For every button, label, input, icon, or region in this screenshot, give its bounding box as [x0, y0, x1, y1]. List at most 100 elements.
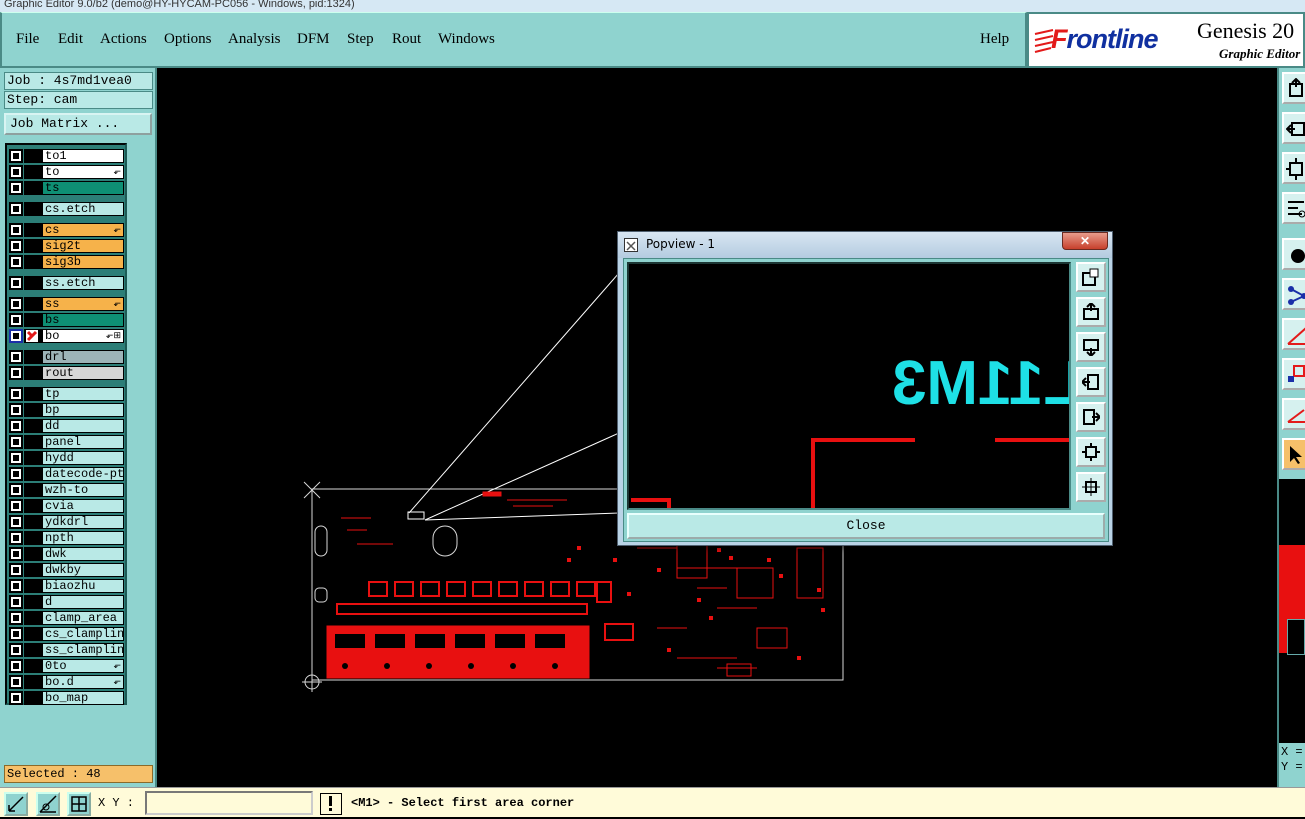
select-area-button[interactable] — [1282, 358, 1305, 390]
layer-slot[interactable] — [24, 627, 42, 641]
layer-checkbox[interactable] — [9, 297, 23, 311]
layer-slot[interactable] — [24, 579, 42, 593]
layer-slot[interactable] — [24, 547, 42, 561]
layer-slot[interactable] — [24, 313, 42, 327]
measure-button[interactable] — [1282, 192, 1305, 224]
layer-name[interactable]: sig3b — [42, 255, 124, 269]
layer-checkbox[interactable] — [9, 691, 23, 705]
layer-row[interactable]: ts — [9, 181, 125, 195]
layer-name[interactable]: panel — [42, 435, 124, 449]
layer-checkbox[interactable] — [9, 643, 23, 657]
layer-name[interactable]: to1 — [42, 149, 124, 163]
layer-slot[interactable] — [24, 276, 42, 290]
layer-slot[interactable] — [24, 467, 42, 481]
layer-checkbox[interactable] — [9, 595, 23, 609]
layer-checkbox[interactable] — [9, 675, 23, 689]
menu-file[interactable]: File — [16, 31, 39, 48]
layer-slot[interactable] — [24, 350, 42, 364]
layer-name[interactable]: cs.etch — [42, 202, 124, 216]
work-layer-icon[interactable] — [24, 329, 42, 343]
layer-slot[interactable] — [24, 675, 42, 689]
layer-row[interactable]: d — [9, 595, 125, 609]
layer-slot[interactable] — [24, 239, 42, 253]
layer-row[interactable]: bp — [9, 403, 125, 417]
zoom-window-button[interactable] — [4, 792, 28, 816]
layer-slot[interactable] — [24, 595, 42, 609]
popview-view[interactable]: CL11M3 — [627, 262, 1071, 510]
job-matrix-button[interactable]: Job Matrix ... — [4, 113, 152, 135]
layer-row[interactable]: dwk — [9, 547, 125, 561]
pv-pan-right-button[interactable] — [1076, 402, 1106, 432]
layer-name[interactable]: cs — [42, 223, 124, 237]
layer-row[interactable]: npth — [9, 531, 125, 545]
layer-checkbox[interactable] — [9, 579, 23, 593]
layer-name[interactable]: bp — [42, 403, 124, 417]
layer-slot[interactable] — [24, 531, 42, 545]
layer-slot[interactable] — [24, 419, 42, 433]
layer-name[interactable]: biaozhu — [42, 579, 124, 593]
xy-input[interactable] — [145, 791, 313, 815]
layer-name[interactable]: clamp_area — [42, 611, 124, 625]
layer-name[interactable]: bo_map — [42, 691, 124, 705]
layer-name[interactable]: ss — [42, 297, 124, 311]
layer-name[interactable]: to — [42, 165, 124, 179]
layer-name[interactable]: wzh-to — [42, 483, 124, 497]
fit-view-button[interactable] — [1282, 152, 1305, 184]
layer-row[interactable]: 0to ⬐ — [9, 659, 125, 673]
layer-row[interactable]: dd — [9, 419, 125, 433]
layer-row[interactable]: tp — [9, 387, 125, 401]
layer-name[interactable]: drl — [42, 350, 124, 364]
layer-checkbox[interactable] — [9, 627, 23, 641]
pv-fit-button[interactable] — [1076, 437, 1106, 467]
layer-name[interactable]: dwk — [42, 547, 124, 561]
grid-button[interactable] — [67, 792, 91, 816]
layer-name[interactable]: dd — [42, 419, 124, 433]
layer-row[interactable]: to1 — [9, 149, 125, 163]
layer-checkbox[interactable] — [9, 313, 23, 327]
layer-slot[interactable] — [24, 366, 42, 380]
layer-checkbox[interactable] — [9, 276, 23, 290]
layer-row[interactable]: bo.d ⬐ — [9, 675, 125, 689]
pv-pan-left-button[interactable] — [1076, 367, 1106, 397]
layer-row[interactable]: cs ⬐ — [9, 223, 125, 237]
layer-slot[interactable] — [24, 643, 42, 657]
layer-name[interactable]: datecode-pte — [42, 467, 124, 481]
pv-pan-down-button[interactable] — [1076, 332, 1106, 362]
layer-checkbox[interactable] — [9, 531, 23, 545]
layer-row[interactable]: datecode-pte — [9, 467, 125, 481]
pv-zoom-in-button[interactable] — [1076, 262, 1106, 292]
layer-row[interactable]: cvia — [9, 499, 125, 513]
layer-checkbox[interactable] — [9, 563, 23, 577]
layer-slot[interactable] — [24, 403, 42, 417]
layer-checkbox[interactable] — [9, 165, 23, 179]
layer-row[interactable]: panel — [9, 435, 125, 449]
layer-checkbox[interactable] — [9, 366, 23, 380]
layer-row[interactable]: dwkby — [9, 563, 125, 577]
layer-slot[interactable] — [24, 149, 42, 163]
layer-checkbox[interactable] — [9, 499, 23, 513]
layer-row[interactable]: cs_clampline — [9, 627, 125, 641]
draw-line-button[interactable] — [1282, 318, 1305, 350]
pv-center-button[interactable] — [1076, 472, 1106, 502]
layer-row[interactable]: clamp_area — [9, 611, 125, 625]
menu-edit[interactable]: Edit — [58, 31, 83, 48]
layer-checkbox[interactable] — [9, 659, 23, 673]
layer-checkbox[interactable] — [9, 387, 23, 401]
layer-slot[interactable] — [24, 435, 42, 449]
layer-row[interactable]: rout — [9, 366, 125, 380]
layer-name[interactable]: cvia — [42, 499, 124, 513]
layer-checkbox[interactable] — [9, 239, 23, 253]
angle-button[interactable] — [1282, 398, 1305, 430]
layer-row[interactable]: sig2t — [9, 239, 125, 253]
layer-slot[interactable] — [24, 563, 42, 577]
menu-dfm[interactable]: DFM — [297, 31, 330, 48]
layer-checkbox[interactable] — [9, 547, 23, 561]
menu-step[interactable]: Step — [347, 31, 374, 48]
close-icon[interactable]: ✕ — [1062, 232, 1108, 250]
layer-row[interactable]: ydkdrl — [9, 515, 125, 529]
menu-help[interactable]: Help — [980, 31, 1009, 48]
layer-checkbox[interactable] — [9, 329, 23, 343]
layer-checkbox[interactable] — [9, 467, 23, 481]
popview-close-button[interactable]: Close — [627, 513, 1105, 539]
layer-name[interactable]: sig2t — [42, 239, 124, 253]
